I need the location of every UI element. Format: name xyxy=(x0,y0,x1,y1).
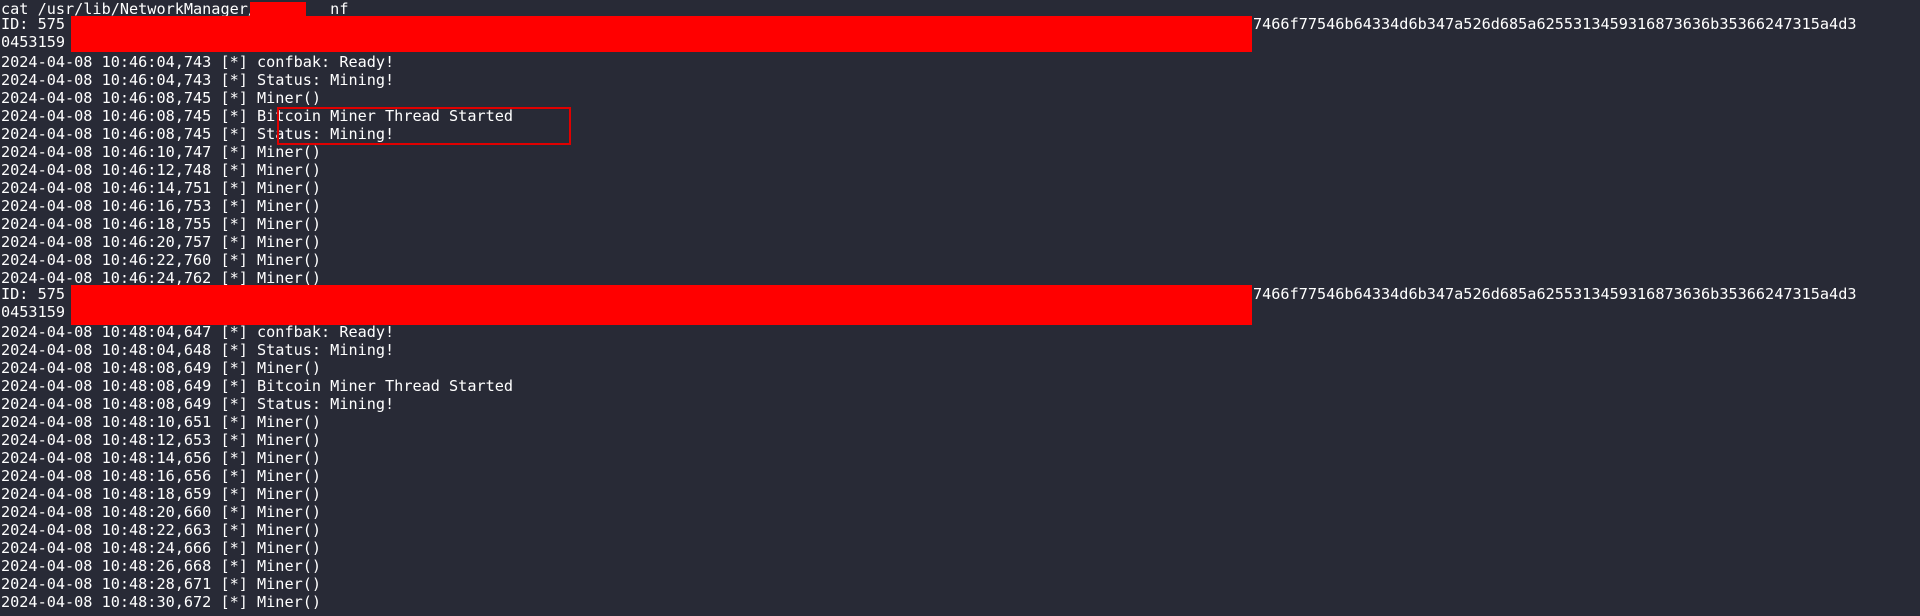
log-line: 2024-04-08 10:48:04,648 [*] Status: Mini… xyxy=(1,341,395,359)
id-cont-1: 0453159 xyxy=(1,33,66,51)
id-suffix-1: 7466f77546b64334d6b347a526d685a625531345… xyxy=(1253,15,1857,33)
id-redaction-1 xyxy=(71,16,1252,52)
log-line: 2024-04-08 10:48:16,656 [*] Miner() xyxy=(1,467,322,485)
log-line: 2024-04-08 10:46:20,757 [*] Miner() xyxy=(1,233,322,251)
log-line: 2024-04-08 10:46:04,743 [*] confbak: Rea… xyxy=(1,53,395,71)
log-line: 2024-04-08 10:46:22,760 [*] Miner() xyxy=(1,251,322,269)
log-line: 2024-04-08 10:46:10,747 [*] Miner() xyxy=(1,143,322,161)
log-line: 2024-04-08 10:46:12,748 [*] Miner() xyxy=(1,161,322,179)
command-redaction xyxy=(250,2,306,16)
log-line: 2024-04-08 10:46:04,743 [*] Status: Mini… xyxy=(1,71,395,89)
log-line: 2024-04-08 10:48:08,649 [*] Miner() xyxy=(1,359,322,377)
log-line: 2024-04-08 10:48:18,659 [*] Miner() xyxy=(1,485,322,503)
log-line: 2024-04-08 10:48:10,651 [*] Miner() xyxy=(1,413,322,431)
id-line-2: ID: 575 xyxy=(1,285,66,303)
log-line: 2024-04-08 10:48:14,656 [*] Miner() xyxy=(1,449,322,467)
log-line: 2024-04-08 10:48:22,663 [*] Miner() xyxy=(1,521,322,539)
log-line: 2024-04-08 10:46:08,745 [*] Miner() xyxy=(1,89,322,107)
log-line: 2024-04-08 10:48:26,668 [*] Miner() xyxy=(1,557,322,575)
id-line-1: ID: 575 xyxy=(1,15,66,33)
log-line: 2024-04-08 10:48:08,649 [*] Bitcoin Mine… xyxy=(1,377,514,395)
id-suffix-2: 7466f77546b64334d6b347a526d685a625531345… xyxy=(1253,285,1857,303)
log-line: 2024-04-08 10:48:28,671 [*] Miner() xyxy=(1,575,322,593)
log-line: 2024-04-08 10:48:24,666 [*] Miner() xyxy=(1,539,322,557)
log-line: 2024-04-08 10:48:20,660 [*] Miner() xyxy=(1,503,322,521)
log-line: 2024-04-08 10:48:04,647 [*] confbak: Rea… xyxy=(1,323,395,341)
terminal-output[interactable]: cat /usr/lib/NetworkManager/in nf ID: 57… xyxy=(0,0,1920,616)
log-line: 2024-04-08 10:46:14,751 [*] Miner() xyxy=(1,179,322,197)
highlight-box xyxy=(277,107,571,145)
log-line: 2024-04-08 10:48:30,672 [*] Miner() xyxy=(1,593,322,611)
log-line: 2024-04-08 10:46:16,753 [*] Miner() xyxy=(1,197,322,215)
log-line: 2024-04-08 10:46:18,755 [*] Miner() xyxy=(1,215,322,233)
id-redaction-2 xyxy=(71,285,1252,325)
id-cont-2: 0453159 xyxy=(1,303,66,321)
log-line: 2024-04-08 10:48:08,649 [*] Status: Mini… xyxy=(1,395,395,413)
log-line: 2024-04-08 10:48:12,653 [*] Miner() xyxy=(1,431,322,449)
